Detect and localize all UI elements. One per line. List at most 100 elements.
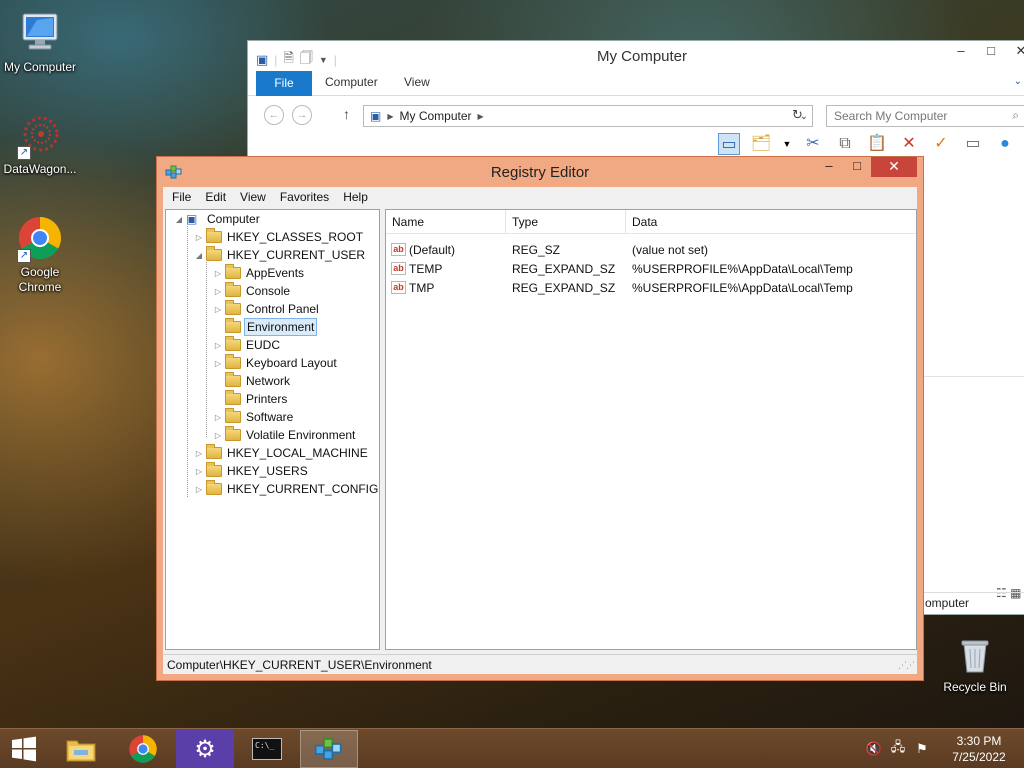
breadcrumb-separator-icon: ▶ — [477, 111, 484, 121]
desktop-icon-my-computer[interactable]: My Computer — [0, 10, 80, 75]
tree-item[interactable]: ▷ Volatile Environment — [213, 426, 357, 444]
tree-item[interactable]: ▷ Control Panel — [213, 300, 321, 318]
folder-icon — [225, 264, 241, 279]
table-row[interactable]: ab TMP REG_EXPAND_SZ %USERPROFILE%\AppDat… — [386, 278, 916, 297]
close-button[interactable]: ✕ — [871, 157, 917, 177]
tree-item[interactable]: ▷ HKEY_USERS — [194, 462, 310, 480]
tree-item[interactable]: ▷ Console — [213, 282, 292, 300]
start-button[interactable] — [0, 730, 48, 768]
expand-icon[interactable]: ▷ — [213, 305, 223, 314]
expand-icon[interactable]: ▷ — [194, 449, 204, 458]
layout-pane-icon[interactable]: ▭ — [718, 133, 740, 155]
refresh-button[interactable]: ↻ — [792, 107, 803, 123]
back-button[interactable]: ← — [264, 105, 284, 125]
desktop-icon-google-chrome[interactable]: ↗ Google Chrome — [0, 215, 80, 295]
menu-file[interactable]: File — [165, 187, 198, 207]
address-bar[interactable]: ▣ ▶ My Computer ▶ ⌄ — [363, 105, 813, 127]
resize-grip-icon[interactable]: ⋰⋰ — [898, 660, 915, 671]
clock[interactable]: 3:30 PM 7/25/2022 — [934, 733, 1024, 765]
expand-icon[interactable]: ▷ — [213, 269, 223, 278]
registry-editor-window[interactable]: Registry Editor – □ ✕ File Edit View Fav… — [156, 156, 924, 681]
explorer-ribbon-toolbar: ▭ 🗂 ▼ ✂ ⧉ 📋 ✕ ✓ ▭ ● — [718, 133, 1016, 155]
close-button[interactable]: ✕ — [1006, 41, 1024, 63]
tree-item[interactable]: Environment — [213, 318, 318, 336]
folder-icon — [225, 372, 241, 387]
menu-edit[interactable]: Edit — [198, 187, 233, 207]
expand-icon[interactable]: ▷ — [213, 359, 223, 368]
taskbar-file-explorer[interactable] — [52, 730, 110, 768]
column-header-name[interactable]: Name — [386, 210, 506, 234]
expand-icon[interactable]: ▷ — [213, 287, 223, 296]
status-path: Computer\HKEY_CURRENT_USER\Environment — [167, 658, 432, 672]
folder-icon — [66, 740, 96, 762]
tree-item[interactable]: ▷ HKEY_LOCAL_MACHINE — [194, 444, 370, 462]
breadcrumb-my-computer[interactable]: My Computer — [400, 109, 472, 123]
tree-item[interactable]: ▷ Keyboard Layout — [213, 354, 339, 372]
value-type: REG_EXPAND_SZ — [512, 261, 616, 276]
delete-icon[interactable]: ✕ — [898, 133, 920, 155]
table-row[interactable]: ab (Default) REG_SZ (value not set) — [386, 240, 916, 259]
desktop-icon-recycle-bin[interactable]: Recycle Bin — [935, 636, 1015, 695]
tree-item-label: HKEY_CURRENT_USER — [227, 248, 366, 262]
expand-icon[interactable]: ▷ — [213, 413, 223, 422]
expand-icon[interactable]: ▷ — [213, 341, 223, 350]
cut-icon[interactable]: ✂ — [802, 133, 824, 155]
tree-item[interactable]: ▷ HKEY_CURRENT_CONFIG — [194, 480, 379, 498]
rename-icon[interactable]: ▭ — [962, 133, 984, 155]
tab-computer[interactable]: Computer — [325, 75, 378, 89]
column-header-data[interactable]: Data — [626, 210, 916, 234]
action-center-icon[interactable]: ⚑ — [910, 741, 934, 757]
tab-file[interactable]: File — [256, 71, 312, 96]
expand-icon[interactable]: ▷ — [194, 233, 204, 242]
explorer-search-input[interactable]: Search My Computer ⌕ — [826, 105, 1024, 127]
taskbar-chrome[interactable] — [114, 730, 172, 768]
expand-icon[interactable]: ▷ — [194, 467, 204, 476]
expand-icon[interactable]: ▷ — [194, 485, 204, 494]
tree-item[interactable]: ▷ AppEvents — [213, 264, 306, 282]
tree-item[interactable]: ◢ HKEY_CURRENT_USER — [194, 246, 367, 264]
address-row: ← → ↑ ▣ ▶ My Computer ▶ ⌄ ↻ Search My Co… — [248, 96, 1024, 134]
registry-values-list[interactable]: Name Type Data ab (Default) REG_SZ (value… — [385, 209, 917, 650]
network-icon[interactable]: 🖧 — [886, 738, 910, 760]
forward-button[interactable]: → — [292, 105, 312, 125]
tree-item[interactable]: Network — [213, 372, 292, 390]
column-header-type[interactable]: Type — [506, 210, 626, 234]
collapse-icon[interactable]: ◢ — [194, 251, 204, 260]
tree-item-computer[interactable]: ◢ ▣ Computer — [174, 210, 262, 228]
desktop-icon-datawagon[interactable]: ↗ DataWagon... — [0, 112, 80, 177]
maximize-button[interactable]: □ — [976, 41, 1006, 63]
paste-icon[interactable]: 📋 — [866, 133, 888, 155]
taskbar-command-prompt[interactable]: C:\_ — [238, 730, 296, 768]
folder-icon — [206, 480, 222, 495]
ribbon-expand-icon[interactable]: ⌄ — [1014, 76, 1022, 87]
taskbar-registry-editor[interactable] — [300, 730, 358, 768]
table-row[interactable]: ab TEMP REG_EXPAND_SZ %USERPROFILE%\AppDa… — [386, 259, 916, 278]
expand-icon[interactable]: ▷ — [213, 431, 223, 440]
taskbar: ⚙ C:\_ 🔇 🖧 ⚑ 3:30 PM 7/25/2022 — [0, 728, 1024, 768]
select-folder-icon[interactable]: 🗂 — [750, 133, 772, 155]
tree-item[interactable]: ▷ Software — [213, 408, 295, 426]
taskbar-settings[interactable]: ⚙ — [176, 730, 234, 768]
check-icon[interactable]: ✓ — [930, 133, 952, 155]
menu-help[interactable]: Help — [336, 187, 375, 207]
minimize-button[interactable]: – — [946, 41, 976, 63]
regedit-title-bar[interactable]: Registry Editor – □ ✕ — [157, 157, 923, 187]
tree-item[interactable]: Printers — [213, 390, 289, 408]
tree-item[interactable]: ▷ HKEY_CLASSES_ROOT — [194, 228, 365, 246]
up-button[interactable]: ↑ — [343, 106, 350, 122]
volume-muted-icon[interactable]: 🔇 — [862, 741, 886, 757]
tree-item[interactable]: ▷ EUDC — [213, 336, 282, 354]
maximize-button[interactable]: □ — [843, 157, 871, 177]
menu-favorites[interactable]: Favorites — [273, 187, 336, 207]
folder-icon — [225, 300, 241, 315]
registry-tree[interactable]: ◢ ▣ Computer ▷ HKEY_CLASSES_ROOT ◢ HKEY_CUR… — [165, 209, 380, 650]
minimize-button[interactable]: – — [815, 157, 843, 177]
explorer-title-bar[interactable]: ▣ | 🗎 🗍 ▼ | My Computer – □ ✕ — [248, 41, 1024, 71]
copy-icon[interactable]: ⧉ — [834, 133, 856, 155]
dropdown-icon[interactable]: ▼ — [782, 133, 792, 155]
tab-view[interactable]: View — [404, 75, 430, 89]
globe-icon[interactable]: ● — [994, 133, 1016, 155]
collapse-icon[interactable]: ◢ — [174, 215, 184, 224]
regedit-menu-bar: File Edit View Favorites Help — [163, 187, 917, 207]
menu-view[interactable]: View — [233, 187, 273, 207]
